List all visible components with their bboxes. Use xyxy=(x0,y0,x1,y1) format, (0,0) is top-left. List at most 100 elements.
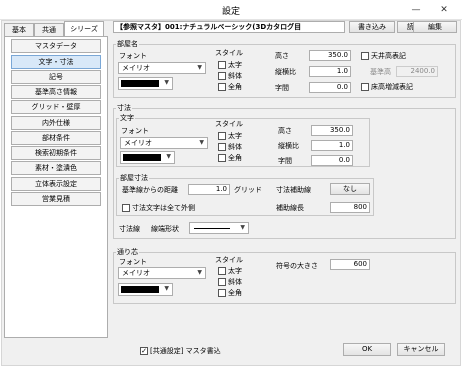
room-name-font-value: メイリオ xyxy=(122,64,150,72)
sidebar-item-3d-display[interactable]: 立体表示設定 xyxy=(11,177,101,191)
reference-fullwidth-label: 全角 xyxy=(228,289,242,297)
reference-style-label: スタイル xyxy=(215,256,243,264)
dimension-spacing-input[interactable]: 0.0 xyxy=(311,155,353,166)
sidebar-item-estimate[interactable]: 営業見積 xyxy=(11,192,101,206)
grid-label: グリッド xyxy=(234,186,262,194)
reference-fullwidth-checkbox[interactable] xyxy=(218,289,226,297)
floor-height-label: 床高増減表記 xyxy=(371,83,413,91)
reference-italic-checkbox[interactable] xyxy=(218,278,226,286)
color-swatch xyxy=(123,154,161,161)
outside-label: 寸法文字は全て外側 xyxy=(132,204,195,212)
color-swatch xyxy=(121,286,159,293)
minimize-button[interactable]: — xyxy=(404,3,428,17)
base-distance-input[interactable]: 1.0 xyxy=(188,184,230,195)
room-name-font-select[interactable]: メイリオ ▼ xyxy=(118,62,206,74)
room-dimension-title: 部屋寸法 xyxy=(119,173,149,183)
sidebar-item-material[interactable]: 素材・塗潰色 xyxy=(11,161,101,175)
dimension-fullwidth-label: 全角 xyxy=(228,154,242,162)
dimension-title: 寸法 xyxy=(116,103,132,113)
dimension-height-input[interactable]: 350.0 xyxy=(311,125,353,136)
room-name-aspect-label: 縦横比 xyxy=(275,68,296,76)
dimension-style-label: スタイル xyxy=(215,120,243,128)
room-name-spacing-input[interactable]: 0.0 xyxy=(309,82,351,93)
reference-master-field: 【参照マスタ】001:ナチュラルベーシック(3Dカタログ目 xyxy=(113,21,345,33)
ceiling-height-checkbox[interactable] xyxy=(361,52,369,60)
edit-button[interactable]: 編集 xyxy=(413,21,457,33)
sidebar-item-master-data[interactable]: マスタデータ xyxy=(11,39,101,53)
sidebar-item-text-dimension[interactable]: 文字・寸法 xyxy=(11,55,101,69)
room-name-title: 部屋名 xyxy=(116,39,139,49)
write-button[interactable]: 書き込み xyxy=(349,21,395,33)
symbol-size-label: 符号の大きさ xyxy=(276,262,318,270)
dimension-bold-checkbox[interactable] xyxy=(218,132,226,140)
room-name-fullwidth-checkbox[interactable] xyxy=(218,83,226,91)
sidebar-item-inner-outer[interactable]: 内外仕様 xyxy=(11,116,101,130)
dimension-font-select[interactable]: メイリオ ▼ xyxy=(120,137,208,149)
reference-bold-checkbox[interactable] xyxy=(218,267,226,275)
dimension-height-label: 高さ xyxy=(278,127,292,135)
room-name-bold-label: 太字 xyxy=(228,61,242,69)
reference-line-title: 通り芯 xyxy=(116,247,139,257)
reference-font-label: フォント xyxy=(119,258,147,266)
floor-height-checkbox[interactable] xyxy=(361,83,369,91)
sidebar-item-base-height[interactable]: 基準高さ情報 xyxy=(11,85,101,99)
close-button[interactable]: ✕ xyxy=(432,3,456,17)
outside-checkbox[interactable] xyxy=(122,204,130,212)
dimension-aspect-label: 縦横比 xyxy=(278,142,299,150)
reference-bold-label: 太字 xyxy=(228,267,242,275)
symbol-size-input[interactable]: 600 xyxy=(330,259,370,270)
dimension-text-title: 文字 xyxy=(119,113,135,123)
aux-length-label: 補助線長 xyxy=(276,204,304,212)
sidebar-item-member[interactable]: 部材条件 xyxy=(11,131,101,145)
chevron-down-icon: ▼ xyxy=(240,224,245,231)
room-name-height-label: 高さ xyxy=(275,52,289,60)
chevron-down-icon: ▼ xyxy=(166,153,171,160)
cancel-button[interactable]: キャンセル xyxy=(397,343,445,356)
reference-italic-label: 斜体 xyxy=(228,278,242,286)
color-swatch xyxy=(121,80,159,87)
dimension-spacing-label: 字間 xyxy=(278,157,292,165)
dimension-bold-label: 太字 xyxy=(228,132,242,140)
dimension-aspect-input[interactable]: 1.0 xyxy=(311,140,353,151)
aux-line-label: 寸法補助線 xyxy=(276,186,311,194)
room-name-bold-checkbox[interactable] xyxy=(218,61,226,69)
aux-length-input[interactable]: 800 xyxy=(330,202,370,213)
room-name-style-label: スタイル xyxy=(215,49,243,57)
chevron-down-icon: ▼ xyxy=(164,79,169,86)
base-height-input[interactable]: 2400.0 xyxy=(396,66,438,77)
ceiling-height-label: 天井高表記 xyxy=(371,52,406,60)
room-name-italic-checkbox[interactable] xyxy=(218,72,226,80)
dimension-font-label: フォント xyxy=(121,127,149,135)
master-write-checkbox[interactable]: ✓ xyxy=(140,347,148,355)
sidebar-item-search[interactable]: 検索初期条件 xyxy=(11,146,101,160)
reference-font-select[interactable]: メイリオ ▼ xyxy=(118,267,206,279)
dimension-color-select[interactable]: ▼ xyxy=(120,151,175,164)
ok-button[interactable]: OK xyxy=(343,343,391,356)
aux-line-button[interactable]: なし xyxy=(330,183,370,195)
tab-series[interactable]: シリーズ xyxy=(64,21,104,36)
sidebar-item-symbol[interactable]: 記号 xyxy=(11,70,101,84)
tab-common[interactable]: 共通 xyxy=(34,23,64,36)
dimension-italic-label: 斜体 xyxy=(228,143,242,151)
room-name-fullwidth-label: 全角 xyxy=(228,83,242,91)
master-write-label: [共通設定] マスタ書込 xyxy=(150,347,221,355)
tab-basic[interactable]: 基本 xyxy=(4,23,34,36)
line-preview-icon xyxy=(194,228,230,229)
base-distance-label: 基準線からの距離 xyxy=(122,186,178,194)
end-shape-select[interactable]: ▼ xyxy=(189,222,249,234)
chevron-down-icon: ▼ xyxy=(197,64,202,71)
reference-color-select[interactable]: ▼ xyxy=(118,283,173,296)
dimension-italic-checkbox[interactable] xyxy=(218,143,226,151)
room-name-color-select[interactable]: ▼ xyxy=(118,77,173,90)
base-height-label: 基準高 xyxy=(370,68,391,76)
sidebar-item-grid-wall[interactable]: グリッド・壁厚 xyxy=(11,100,101,114)
dimension-font-value: メイリオ xyxy=(124,139,152,147)
room-name-font-label: フォント xyxy=(119,52,147,60)
room-name-aspect-input[interactable]: 1.0 xyxy=(309,66,351,77)
dimension-fullwidth-checkbox[interactable] xyxy=(218,154,226,162)
chevron-down-icon: ▼ xyxy=(164,285,169,292)
room-name-italic-label: 斜体 xyxy=(228,72,242,80)
dim-line-label: 寸法線 xyxy=(119,225,140,233)
chevron-down-icon: ▼ xyxy=(197,269,202,276)
room-name-height-input[interactable]: 350.0 xyxy=(309,50,351,61)
